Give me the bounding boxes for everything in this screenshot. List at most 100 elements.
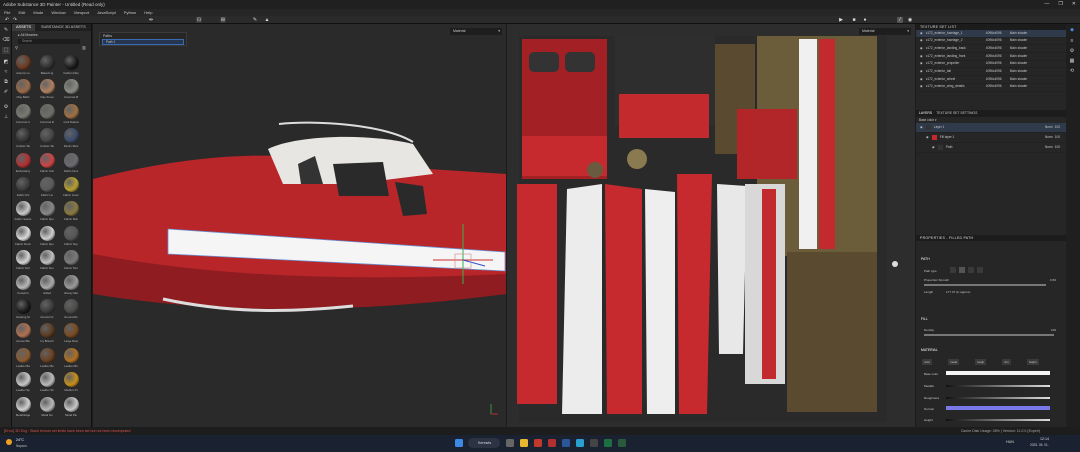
library-selector[interactable]: ▸ All libraries [18,33,38,37]
asset-tile[interactable]: Custom Sk [14,128,32,150]
color-channel-button[interactable]: color [922,359,933,365]
brush-mode-icon[interactable]: ⊞ [220,17,226,23]
asset-tile[interactable]: Medium Pi [62,372,80,394]
path-type-sweep-icon[interactable] [968,267,974,273]
eye-icon[interactable]: ◉ [920,53,923,61]
asset-tile[interactable]: Ivy Branch [38,323,56,345]
menu-mode[interactable]: Mode [33,10,43,15]
asset-tile[interactable]: Autumn Le [14,55,32,77]
properties-dock-icon[interactable]: ⚙ [1068,48,1076,55]
tab-assets[interactable]: ASSETS [12,24,35,31]
app-icon[interactable] [548,439,556,447]
eye-icon[interactable]: ◉ [920,30,923,38]
layer-blend[interactable]: Norm [1045,124,1053,132]
menu-viewport[interactable]: Viewport [74,10,90,15]
asset-tile[interactable]: Concrete B [62,79,80,101]
clone-icon[interactable]: ⧉ [2,79,10,86]
proportion-slider[interactable] [924,284,1046,286]
asset-tile[interactable]: Fabric Sonic [14,225,32,248]
asset-tile[interactable]: Leather Bu [38,347,56,370]
clock-time[interactable]: 12:14 [1040,437,1049,441]
camera-icon[interactable]: ● [862,17,868,23]
edge-icon[interactable] [576,439,584,447]
layers-dock-icon[interactable]: ≡ [1068,38,1076,45]
asset-tile[interactable]: Fabric Soft [14,250,32,272]
texture-set-row[interactable]: ◉ c172_exterior_wing_details 4096x4096 Main… [916,84,1066,92]
density-value[interactable]: 100 [1051,328,1056,332]
roughness-slider[interactable] [946,397,1050,399]
tab-texture-set-settings[interactable]: TEXTURE SET SETTINGS [936,110,977,117]
viewport-3d[interactable]: Paths Path 1 Material ▾ [93,24,506,427]
asset-tile[interactable]: Fabric Spu [38,201,56,223]
symmetry-icon[interactable]: ⇹ [148,17,154,23]
layer-opacity[interactable]: 100 [1055,144,1060,152]
undo-icon[interactable]: ↶ [4,17,10,23]
asset-tile[interactable]: Cork Natura [62,103,80,126]
asset-tile[interactable]: Glowing Gl [14,299,32,321]
eye-icon[interactable]: ◉ [920,68,923,76]
menu-help[interactable]: Help [144,10,152,15]
asset-tile[interactable]: Embroidery [14,152,32,175]
asset-tile[interactable]: Leather Ba [14,347,32,370]
asset-tile[interactable]: Fabric Rub [62,201,80,223]
texture-set-shader[interactable]: Main shader [1010,83,1028,91]
asset-tile[interactable]: Custom Sk [38,128,56,150]
redo-icon[interactable]: ↷ [12,17,18,23]
eye-icon[interactable]: ◉ [920,76,923,84]
pen-icon[interactable]: ✎ [252,17,258,23]
layer-row[interactable]: ◉ Layer 1 Norm 100 [916,123,1066,133]
file-explorer-icon[interactable] [520,439,528,447]
mountain-icon[interactable]: ▲ [264,17,270,23]
asset-tile[interactable]: Fabric Spo [38,225,56,248]
eye-icon[interactable]: ◉ [920,45,923,53]
eye-icon[interactable]: ◉ [920,37,923,45]
asset-tile[interactable]: Fabric Kni [14,177,32,199]
tab-layers[interactable]: LAYERS [919,110,932,117]
minimize-button[interactable]: — [1044,1,1049,7]
excel-icon[interactable] [604,439,612,447]
menu-file[interactable]: File [4,10,10,15]
layer-opacity[interactable]: 100 [1055,124,1060,132]
play-icon[interactable]: ▶ [838,17,844,23]
base-color-swatch[interactable] [946,371,1050,375]
layer-opacity[interactable]: 100 [1055,134,1060,142]
asset-tile[interactable]: Human Ba [14,323,32,345]
texture-set-shader[interactable]: Main shader [1010,45,1028,53]
asset-tile[interactable]: Gilded [38,274,56,297]
path-type-fill-icon[interactable] [959,267,965,273]
texture-set-shader[interactable]: Main shader [1010,60,1028,68]
weather-icon[interactable] [6,439,12,445]
asset-tile[interactable]: Clay Bathr [14,79,32,101]
task-view-icon[interactable] [506,439,514,447]
menu-python[interactable]: Python [124,10,136,15]
asset-tile[interactable]: Fabric Sun [38,250,56,272]
close-button[interactable]: ✕ [1072,1,1076,7]
height-slider[interactable] [946,419,1050,421]
asset-tile[interactable]: Fabric Cott [38,152,56,175]
asset-tile[interactable]: Leather Sh [38,372,56,394]
path-type-stroke-icon[interactable] [950,267,956,273]
render-icon[interactable]: ■ [851,17,857,23]
asset-tile[interactable]: Metal Edge [14,396,32,419]
visibility-icon[interactable]: ◉ [920,124,923,132]
viewport-2d[interactable]: Material ▾ [507,24,915,427]
metal-channel-button[interactable]: metal [948,359,959,365]
menu-edit[interactable]: Edit [18,10,25,15]
language-indicator[interactable]: HUN [1006,440,1014,444]
asset-tile[interactable]: Ground Gr [38,299,56,321]
visibility-icon[interactable]: ◉ [932,144,935,152]
clock-date[interactable]: 2025. 05. 01. [1030,443,1049,447]
display-settings-icon[interactable]: ◉ [907,17,913,23]
start-icon[interactable] [455,439,463,447]
shelf-dock-icon[interactable]: ▦ [1068,58,1076,65]
taskbar-search[interactable]: Keresés [468,438,500,448]
texture-set-shader[interactable]: Main shader [1010,37,1028,45]
layer-row[interactable]: ◉ Fill layer 1 Norm 100 [916,133,1066,143]
asset-tile[interactable]: Footprint [14,274,32,297]
asset-tile[interactable]: Denim Ruis [62,128,80,150]
snap-icon[interactable]: ⊡ [196,17,202,23]
menu-javascript[interactable]: JavaScript [97,10,116,15]
chrome-icon[interactable] [590,439,598,447]
asset-tile[interactable]: Metal Pai [62,396,80,419]
asset-tile[interactable]: Fabric Linen [62,177,80,199]
